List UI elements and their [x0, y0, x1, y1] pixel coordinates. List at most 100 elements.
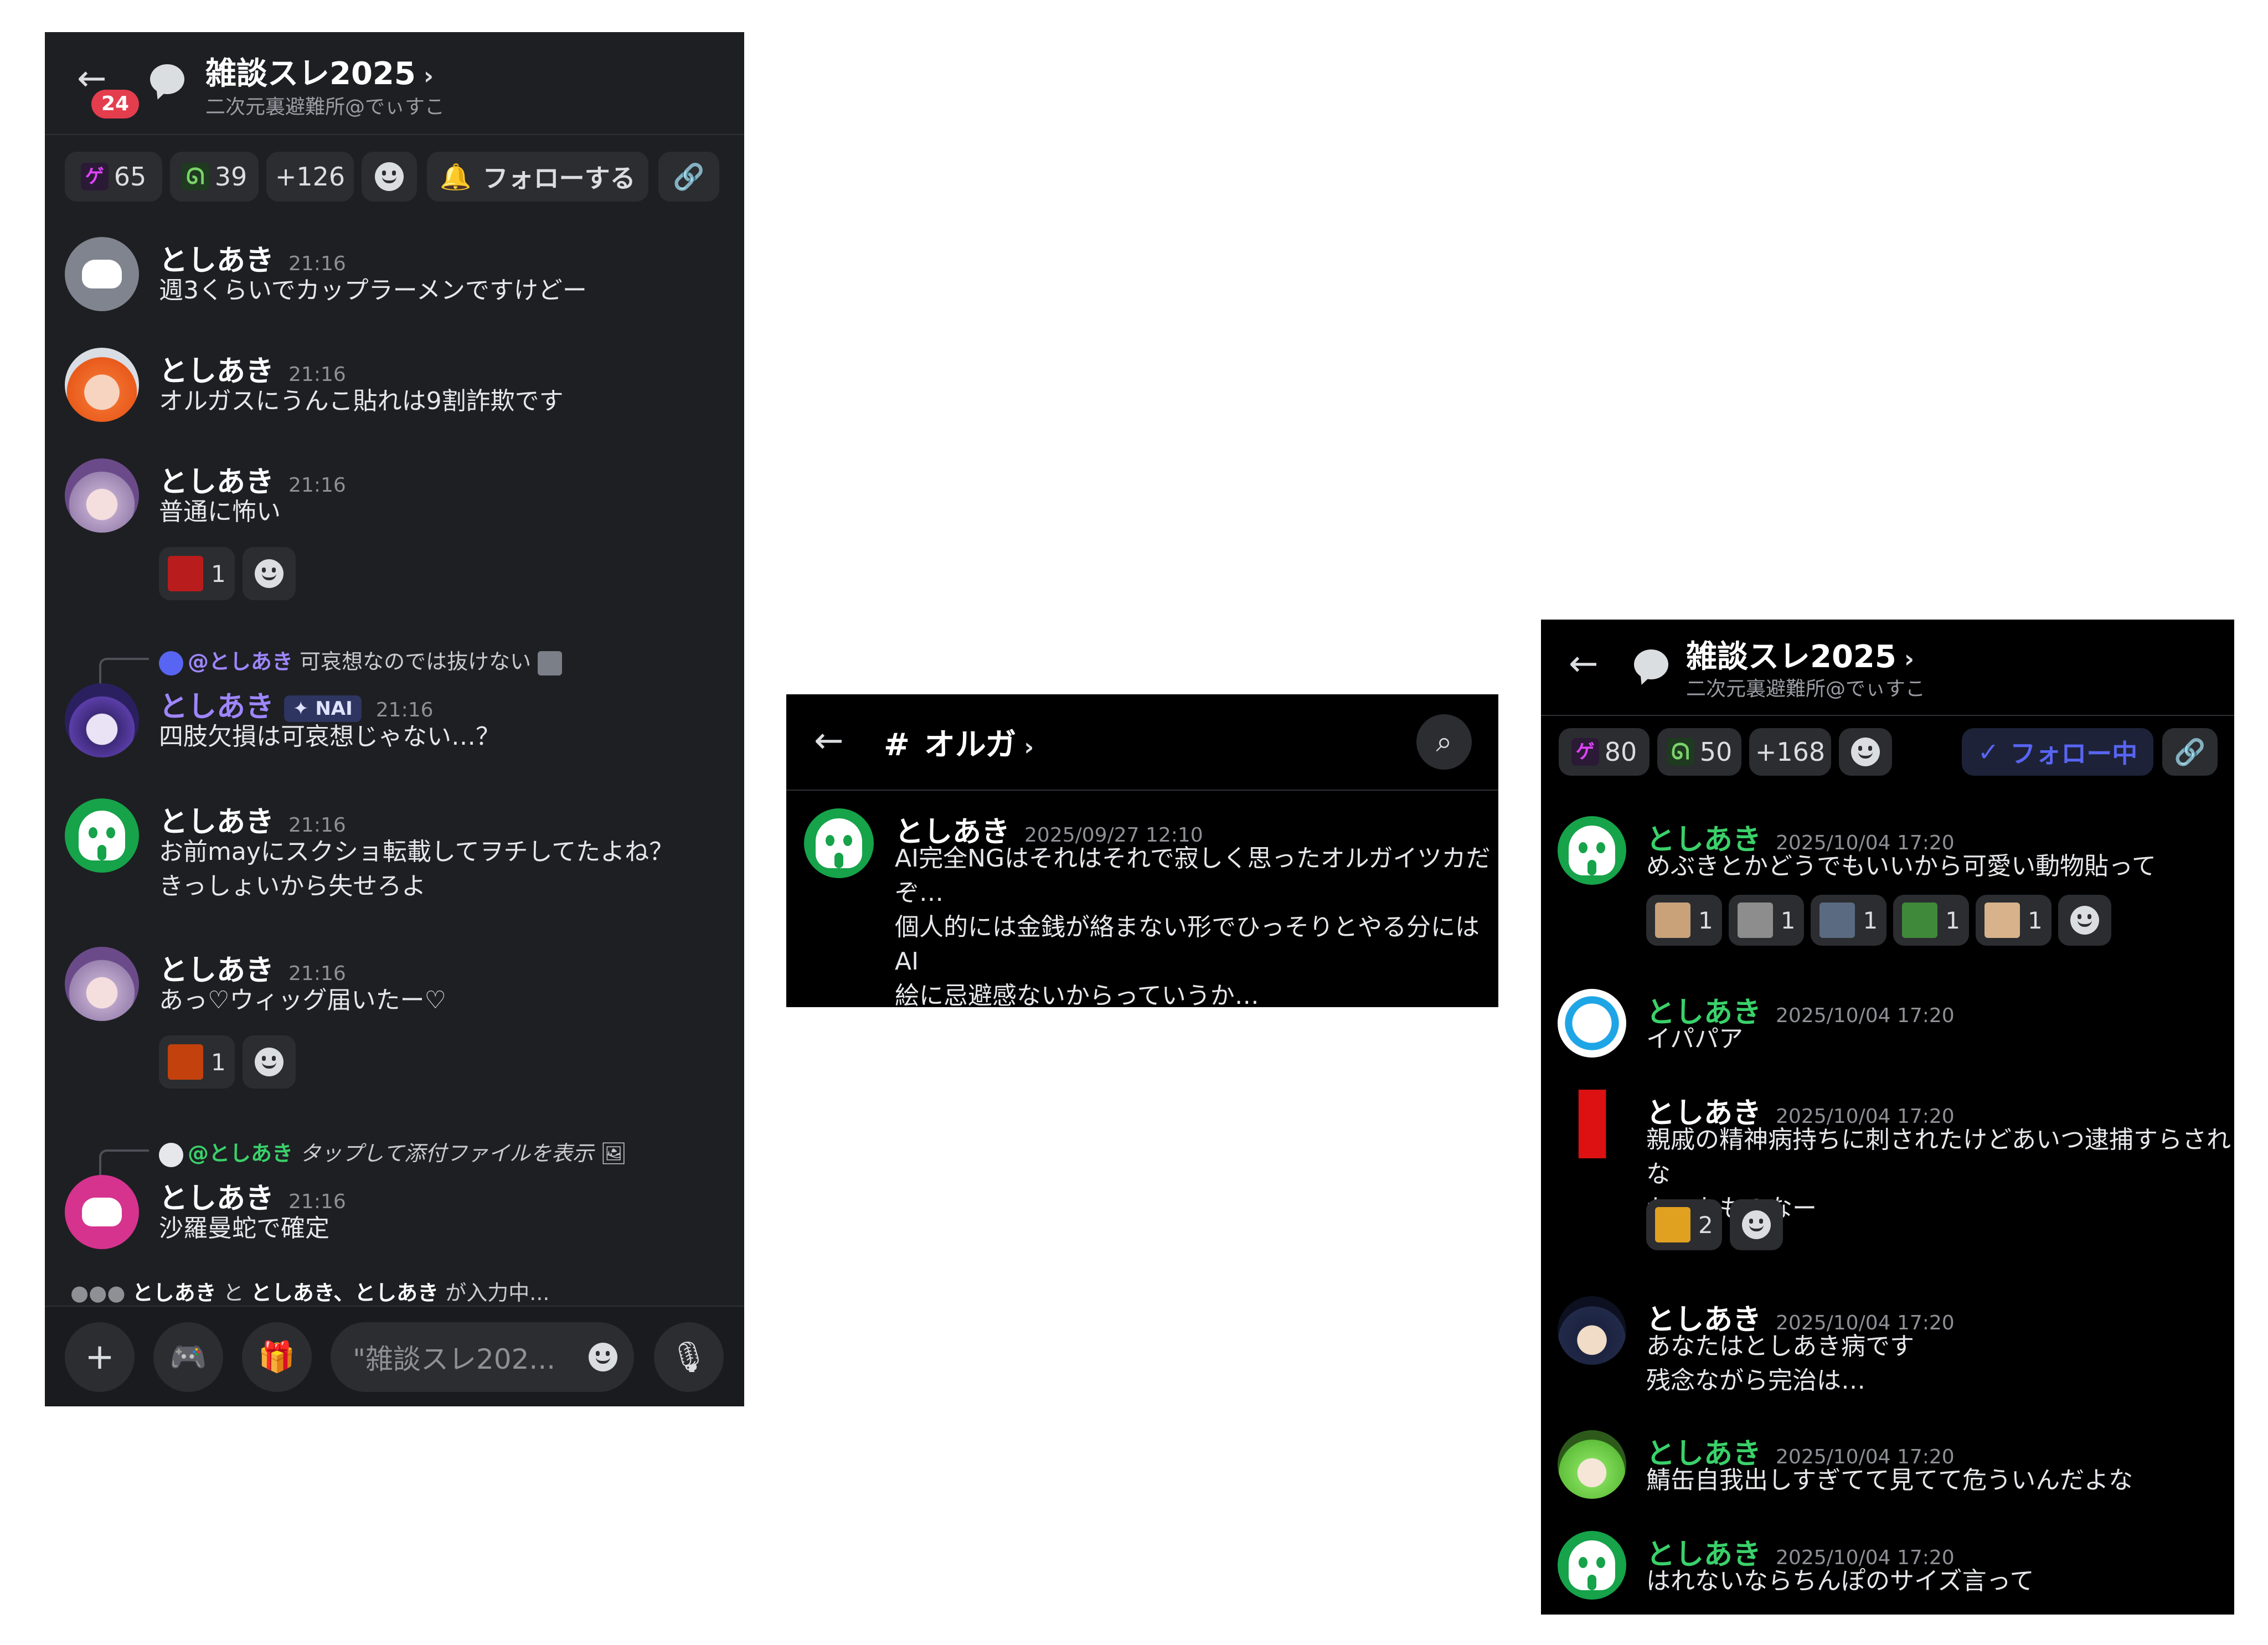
reply-connector [99, 658, 149, 684]
link-icon: 🔗 [673, 161, 705, 192]
copy-link-button[interactable]: 🔗 [658, 152, 719, 202]
animal-emoji-icon [1655, 903, 1690, 938]
chat-panel-right: ← 雑談スレ2025 › 二次元裏避難所@でぃすこ ゲ 80 ᘏ 50 +168 ✓ フ… [1541, 620, 2234, 1615]
channel-title[interactable]: # オルガ › [884, 720, 1034, 765]
reaction-suteki[interactable]: 1 [159, 1035, 235, 1089]
back-arrow-icon[interactable]: ← [1569, 646, 1599, 682]
reaction-animal[interactable]: 1 [1728, 895, 1805, 946]
add-reaction-button[interactable] [362, 152, 417, 202]
add-reaction-button[interactable] [1839, 728, 1892, 776]
avatar[interactable] [65, 683, 139, 757]
message-text: めぶきとかどうでもいいから可愛い動物貼って [1646, 852, 2156, 880]
avatar[interactable] [1558, 1531, 1626, 1600]
reaction-pill-snake[interactable]: ᘏ 39 [170, 152, 259, 202]
copy-link-button[interactable]: 🔗 [2162, 728, 2218, 776]
author-name[interactable]: としあき 21:16 [159, 237, 346, 279]
message-text: イパパア [1646, 1025, 1744, 1053]
message-text: 四肢欠損は可哀想じゃない…？ [159, 723, 500, 751]
smile-icon [254, 1048, 284, 1076]
avatar[interactable] [65, 1175, 139, 1249]
microphone-icon[interactable]: 🎙 [654, 1322, 724, 1392]
avatar[interactable] [65, 947, 139, 1021]
unread-badge: 24 [91, 90, 140, 118]
message-text: あっ♡ウィッグ届いたー♡ [159, 986, 446, 1014]
message-text: オルガスにうんこ貼れは9割詐欺です [159, 387, 564, 415]
author-name[interactable]: としあき ✦ NAI 21:16 [159, 683, 434, 725]
avatar[interactable] [1558, 1090, 1626, 1158]
back-arrow-icon[interactable]: ← [814, 723, 844, 759]
author-name[interactable]: としあき 21:16 [159, 458, 346, 500]
channel-header: ← # オルガ › ⌕ [786, 694, 1498, 791]
animal-emoji-icon [1819, 903, 1855, 938]
reactions: 1 1 1 1 1 [1646, 895, 2111, 946]
message-text: お前mayにスクショ転載してヲチしてたよね？ きっしょいから失せろよ [159, 838, 674, 900]
avatar[interactable] [1558, 1430, 1626, 1499]
check-icon: ✓ [1977, 737, 1999, 767]
search-icon[interactable]: ⌕ [1416, 714, 1472, 770]
plus-icon[interactable]: + [65, 1322, 135, 1392]
more-reactions-pill[interactable]: +126 [266, 152, 354, 202]
timestamp: 21:16 [288, 474, 346, 497]
chevron-right-icon: › [1904, 645, 1914, 673]
reply-avatar [159, 1142, 183, 1167]
reaction-pill-gay[interactable]: ゲ 80 [1559, 728, 1650, 776]
reaction-animal[interactable]: 1 [1893, 895, 1969, 946]
add-reaction-button[interactable] [242, 547, 296, 600]
thread-header: ← 雑談スレ2025 › 二次元裏避難所@でぃすこ [1541, 620, 2234, 716]
message-text: 沙羅曼蛇で確定 [159, 1214, 329, 1242]
smile-icon [254, 559, 284, 588]
reaction-animal[interactable]: 1 [1811, 895, 1887, 946]
emoji-picker-icon[interactable] [589, 1343, 617, 1371]
animal-emoji-icon [1984, 903, 2020, 938]
avatar[interactable] [1558, 1296, 1626, 1365]
reply-avatar [159, 651, 183, 675]
reply-connector [99, 1149, 149, 1176]
snake-emoji-icon: ᘏ [181, 163, 209, 190]
typing-dots-icon: ●●● [70, 1281, 126, 1305]
avatar[interactable] [804, 808, 874, 878]
thread-bubble-icon [1634, 649, 1668, 679]
chat-panel-left: ← 24 雑談スレ2025 › 二次元裏避難所@でぃすこ ゲ 65 ᘏ 39 +126… [45, 32, 744, 1406]
add-reaction-button[interactable] [242, 1035, 296, 1089]
reactions: 2 [1646, 1199, 1783, 1250]
add-reaction-button[interactable] [1729, 1199, 1783, 1250]
smile-icon [1851, 738, 1880, 766]
chevron-right-icon: › [423, 62, 434, 90]
reaction-animal[interactable]: 1 [1975, 895, 2051, 946]
reactions: 1 [159, 1035, 296, 1089]
avatar[interactable] [65, 458, 139, 533]
thread-title[interactable]: 雑談スレ2025 › [1686, 632, 1914, 677]
add-reaction-button[interactable] [2058, 895, 2111, 946]
timestamp: 21:16 [288, 363, 346, 386]
smile-icon [2070, 906, 2099, 935]
follow-button[interactable]: 🔔 フォローする [427, 152, 648, 202]
timestamp: 21:16 [288, 252, 346, 275]
reaction-animal[interactable]: 1 [1646, 895, 1722, 946]
more-reactions-pill[interactable]: +168 [1749, 728, 1831, 776]
message-input[interactable]: "雑談スレ202... [331, 1322, 634, 1392]
author-name[interactable]: としあき 21:16 [159, 348, 346, 389]
avatar[interactable] [1558, 816, 1626, 885]
reaction-sodane[interactable]: 1 [159, 547, 235, 600]
thread-title[interactable]: 雑談スレ2025 › [205, 49, 434, 94]
gamepad-icon[interactable]: 🎮 [153, 1322, 223, 1392]
sodane-emoji-icon [168, 556, 203, 591]
reply-preview[interactable]: @としあき 可哀想なのでは抜けない [159, 644, 566, 675]
message-text: 普通に怖い [159, 498, 281, 526]
reaction-pill-gay[interactable]: ゲ 65 [65, 152, 162, 202]
avatar[interactable] [65, 348, 139, 422]
avatar[interactable] [1558, 989, 1626, 1058]
reactions: 1 [159, 547, 296, 600]
gay-emoji-icon: ゲ [80, 163, 109, 190]
reply-preview[interactable]: @としあき タップして添付ファイルを表示 🖼 [159, 1136, 627, 1167]
avatar[interactable] [65, 798, 139, 873]
reaction-pill-snake[interactable]: ᘏ 50 [1657, 728, 1741, 776]
suteki-emoji-icon [168, 1044, 203, 1080]
author-name[interactable]: としあき 21:16 [159, 798, 346, 840]
gift-icon[interactable]: 🎁 [242, 1322, 312, 1392]
author-name[interactable]: としあき 21:16 [159, 1175, 346, 1216]
avatar[interactable] [65, 237, 139, 311]
author-name[interactable]: としあき 21:16 [159, 947, 346, 988]
reaction-doge[interactable]: 2 [1646, 1199, 1722, 1250]
following-button[interactable]: ✓ フォロー中 [1962, 728, 2153, 776]
